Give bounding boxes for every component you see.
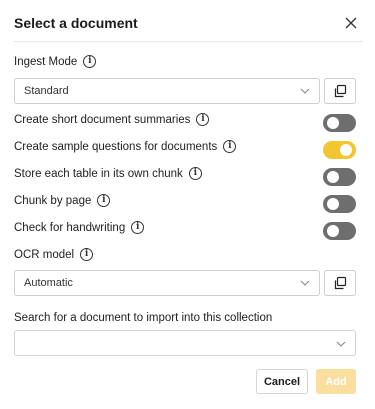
info-icon[interactable]: i — [83, 55, 97, 68]
info-icon[interactable]: i — [80, 248, 94, 261]
ingest-mode-copy-button[interactable] — [324, 78, 356, 104]
option-label-table-chunk-text: Store each table in its own chunk — [14, 167, 183, 180]
info-icon[interactable]: i — [131, 221, 145, 234]
option-label-chunk-by-page-text: Chunk by page — [14, 194, 92, 207]
dialog-title: Select a document — [14, 15, 138, 31]
option-label-sample-questions: Create sample questions for documents i — [14, 140, 237, 153]
option-label-sample-questions-text: Create sample questions for documents — [14, 140, 218, 153]
ingest-mode-label-text: Ingest Mode — [14, 55, 78, 68]
toggle-chunk-by-page[interactable] — [323, 195, 356, 213]
ingest-mode-select[interactable]: Standard — [14, 78, 320, 104]
select-document-dialog: Select a document Ingest Mode i Standard… — [0, 0, 375, 409]
toggle-knob — [327, 225, 339, 237]
cancel-button[interactable]: Cancel — [256, 369, 308, 394]
toggle-knob — [327, 117, 339, 129]
option-label-summaries: Create short document summaries i — [14, 113, 210, 126]
info-icon[interactable]: i — [188, 167, 202, 180]
ocr-model-label-text: OCR model — [14, 248, 75, 261]
add-button[interactable]: Add — [316, 369, 356, 394]
search-label-text: Search for a document to import into thi… — [14, 312, 273, 324]
option-label-handwriting-text: Check for handwriting — [14, 221, 126, 234]
ocr-model-copy-button[interactable] — [324, 270, 356, 296]
info-icon[interactable]: i — [196, 113, 210, 126]
toggle-table-chunk[interactable] — [323, 168, 356, 186]
document-search-select[interactable] — [14, 330, 356, 356]
copy-icon — [334, 84, 347, 98]
toggle-handwriting[interactable] — [323, 222, 356, 240]
toggle-sample-questions[interactable] — [323, 141, 356, 159]
chevron-down-icon — [300, 88, 310, 94]
toggle-knob — [327, 198, 339, 210]
option-label-summaries-text: Create short document summaries — [14, 113, 191, 126]
toggle-knob — [327, 171, 339, 183]
copy-icon — [334, 276, 347, 290]
chevron-down-icon — [300, 280, 310, 286]
dialog-header: Select a document — [14, 0, 363, 42]
ocr-model-select[interactable]: Automatic — [14, 270, 320, 296]
ingest-mode-label: Ingest Mode i — [14, 55, 97, 68]
ocr-model-value: Automatic — [24, 277, 73, 289]
close-icon[interactable] — [345, 17, 357, 29]
option-label-handwriting: Check for handwriting i — [14, 221, 145, 234]
info-icon[interactable]: i — [223, 140, 237, 153]
option-label-chunk-by-page: Chunk by page i — [14, 194, 111, 207]
info-icon[interactable]: i — [97, 194, 111, 207]
toggle-knob — [340, 144, 352, 156]
ingest-mode-value: Standard — [24, 85, 69, 97]
search-label: Search for a document to import into thi… — [14, 312, 272, 324]
option-label-table-chunk: Store each table in its own chunk i — [14, 167, 202, 180]
chevron-down-icon — [336, 341, 346, 347]
ocr-model-label: OCR model i — [14, 248, 94, 261]
toggle-summaries[interactable] — [323, 114, 356, 132]
